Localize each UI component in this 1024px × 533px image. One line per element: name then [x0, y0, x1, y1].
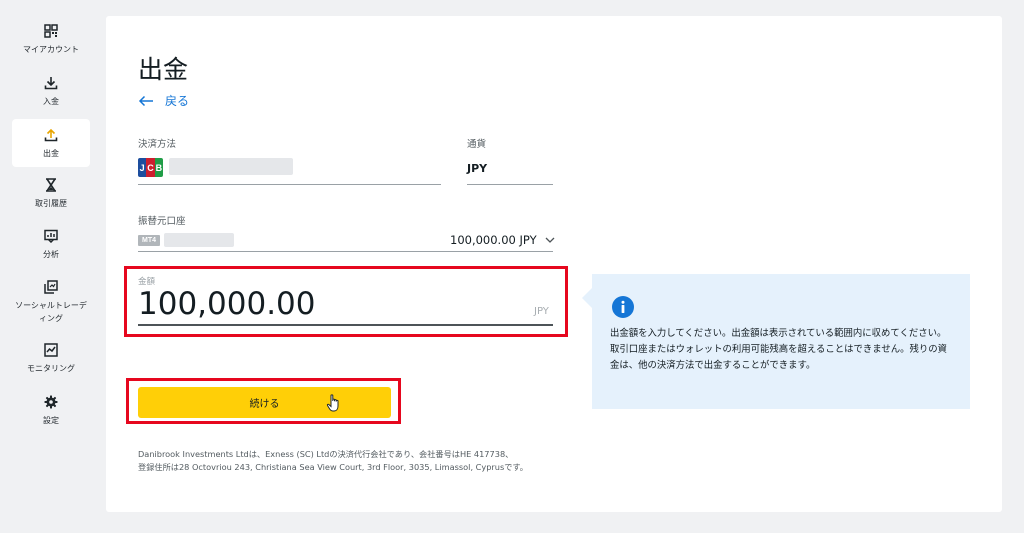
sidebar-item-withdrawal[interactable]: 出金	[12, 119, 90, 167]
legal-footer: Danibrook Investments Ltdは、Exness (SC) L…	[138, 448, 618, 474]
my-account-icon	[44, 24, 58, 38]
payment-method-underline	[138, 184, 441, 185]
jcb-logo-icon: J C B	[138, 158, 163, 177]
source-account-select[interactable]: 100,000.00 JPY	[450, 233, 555, 247]
sidebar-item-analytics[interactable]: 分析	[12, 229, 90, 260]
deposit-icon	[44, 77, 58, 90]
info-icon	[612, 296, 634, 318]
sidebar-item-label: 分析	[43, 250, 59, 259]
info-text: 出金額を入力してください。出金額は表示されている範囲内に収めてください。取引口座…	[610, 328, 947, 371]
page-title: 出金	[138, 55, 189, 84]
masked-card-number	[169, 158, 293, 175]
sidebar-item-social-trading[interactable]: ソーシャルトレーデ ィング	[12, 280, 90, 324]
sidebar-item-label: 入金	[43, 97, 59, 106]
history-icon	[46, 178, 56, 192]
social-trading-icon	[44, 280, 58, 294]
source-account-label: 振替元口座	[138, 216, 186, 227]
legal-footer-line2: 登録住所は28 Octovriou 243, Christiana Sea Vi…	[138, 462, 528, 472]
sidebar-item-history[interactable]: 取引履歴	[12, 178, 90, 209]
withdrawal-card: 出金 戻る 決済方法 J C B 通貨 JPY 振替元口座 MT4 100,00…	[106, 16, 1002, 512]
monitoring-icon	[44, 343, 58, 357]
legal-footer-line1: Danibrook Investments Ltdは、Exness (SC) L…	[138, 449, 514, 459]
back-label: 戻る	[165, 94, 190, 108]
sidebar-item-label: 出金	[43, 148, 59, 158]
sidebar-item-label: 取引履歴	[35, 199, 67, 208]
account-balance: 100,000.00 JPY	[450, 233, 537, 247]
continue-highlight-box	[126, 378, 401, 424]
amount-highlight-box	[124, 266, 568, 337]
back-link[interactable]: 戻る	[138, 92, 189, 109]
currency-label: 通貨	[467, 139, 487, 150]
sidebar-item-label: ソーシャルトレーデ	[15, 301, 87, 310]
chevron-down-icon	[545, 237, 555, 243]
sidebar-item-label: 設定	[43, 416, 59, 425]
currency-underline	[467, 184, 553, 185]
sidebar-item-my-account[interactable]: マイアカウント	[12, 24, 90, 55]
sidebar-item-deposit[interactable]: 入金	[12, 76, 90, 107]
source-account-underline	[138, 251, 553, 252]
payment-method-label: 決済方法	[138, 139, 177, 150]
sidebar-item-label: ィング	[39, 314, 63, 323]
masked-account-number	[164, 233, 234, 247]
sidebar-item-label: モニタリング	[27, 364, 75, 373]
settings-icon	[44, 395, 58, 409]
sidebar: マイアカウント 入金 出金 取引履歴 分析 ソーシャルトレーデ ィング モニタリ…	[0, 0, 100, 533]
arrow-left-icon	[138, 95, 153, 106]
sidebar-item-label: マイアカウント	[23, 45, 79, 54]
withdrawal-icon	[44, 128, 58, 141]
sidebar-item-monitoring[interactable]: モニタリング	[12, 343, 90, 374]
mt4-badge: MT4	[138, 235, 160, 246]
info-box-notch	[582, 288, 592, 308]
analytics-icon	[44, 229, 58, 243]
currency-value[interactable]: JPY	[467, 162, 487, 175]
sidebar-item-settings[interactable]: 設定	[12, 395, 90, 426]
